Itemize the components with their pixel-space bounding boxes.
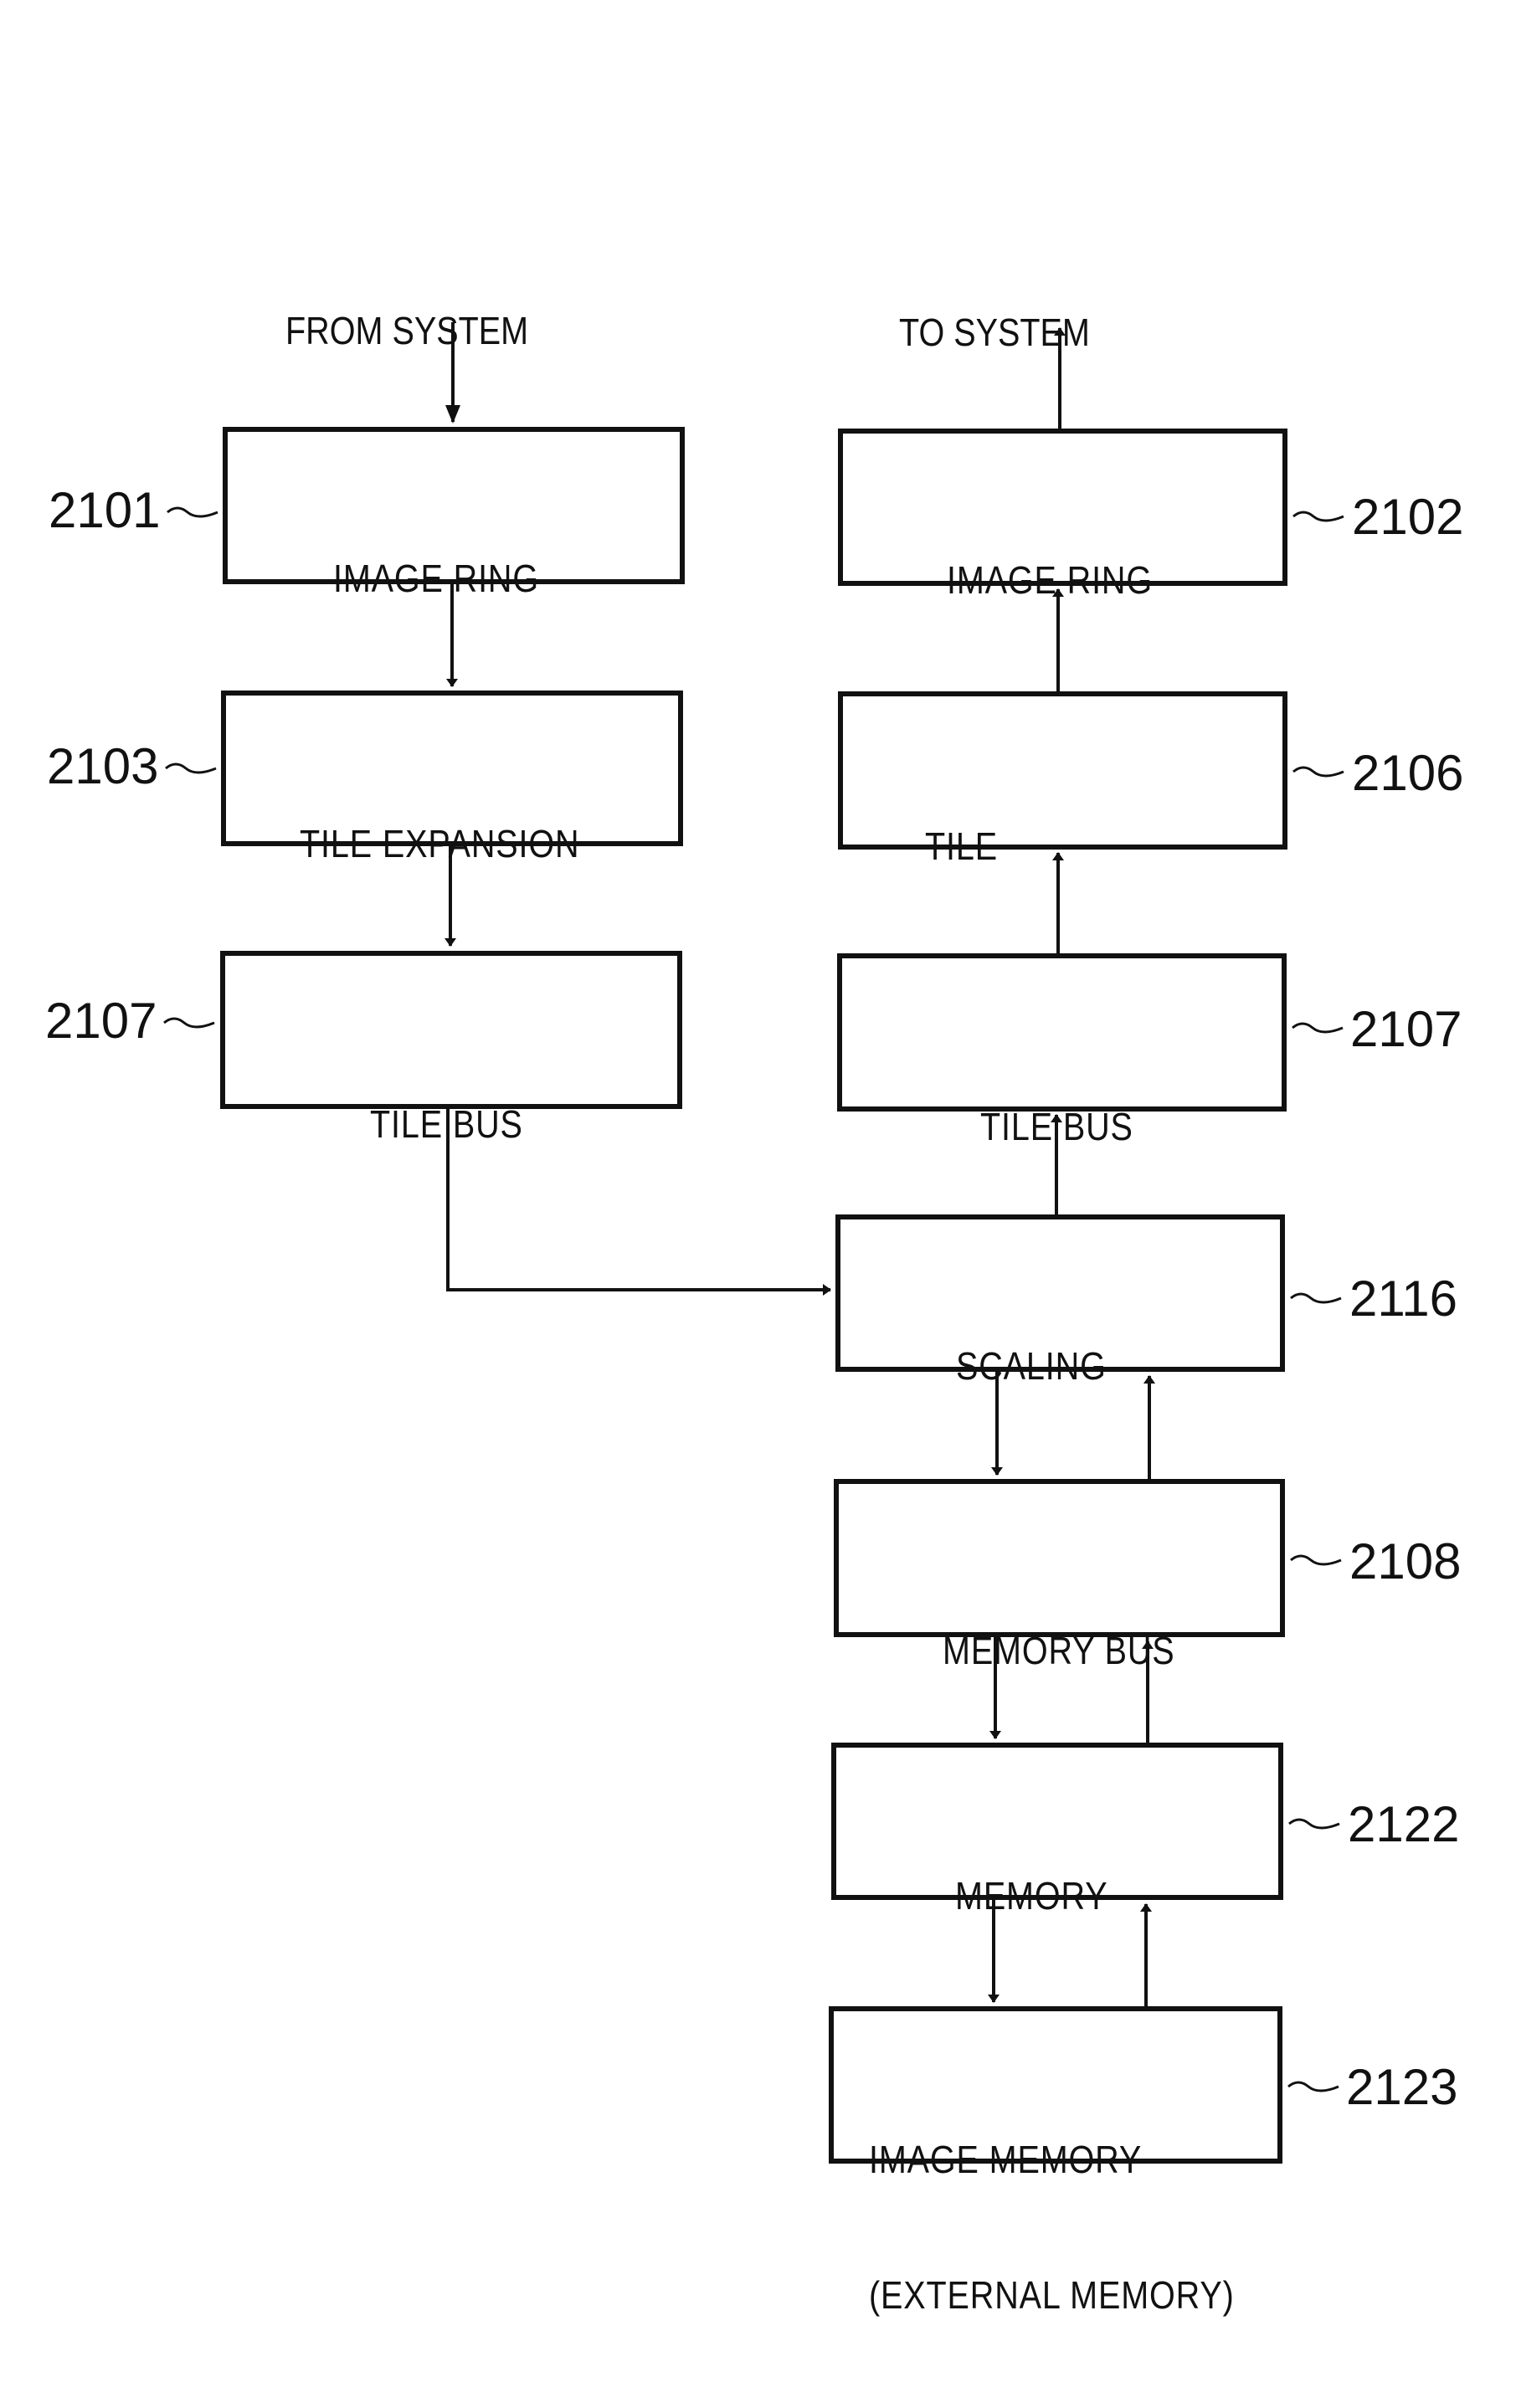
leader-2107a	[163, 1017, 215, 1029]
leader-2116	[1290, 1292, 1342, 1304]
block-label-line1: TILE EXPANSION	[300, 822, 580, 865]
leader-2107b	[1292, 1022, 1344, 1034]
block-label-line1: IMAGE MEMORY	[869, 2138, 1143, 2181]
ref-label: 2122	[1348, 1796, 1460, 1852]
ref-label: 2106	[1352, 745, 1464, 801]
block-image-ring-interface-3: IMAGE RING INTERFACE 3	[223, 427, 685, 736]
block-label-line2: (EXTERNAL MEMORY)	[869, 2273, 1235, 2317]
block-label-line1: MEMORY BUS	[943, 1629, 1175, 1672]
ref-label: 2123	[1346, 2059, 1458, 2115]
block-image-ring-interface-4: IMAGE RING INTERFACE 4	[838, 429, 1287, 737]
to-system-line1: TO SYSTEM	[899, 311, 1090, 354]
block-label-line1: IMAGE RING	[333, 557, 539, 600]
leader-2103	[165, 762, 217, 774]
block-memory-controller: MEMORY CONTROLLER	[831, 1743, 1283, 2053]
leader-2102	[1292, 511, 1344, 522]
leader-2101	[167, 506, 218, 518]
block-label-line1: SCALING	[956, 1344, 1107, 1388]
ref-label: 2102	[1352, 489, 1464, 545]
ref-label: 2116	[1349, 1271, 1458, 1327]
block-tile-expansion-unit-1: TILE EXPANSION UNIT 1	[221, 691, 683, 1001]
block-label-line1: MEMORY	[955, 1874, 1108, 1918]
block-tile-bus-left: TILE BUS	[220, 951, 682, 1146]
block-tile-compressor-1: TILE COMPRESSOR 1	[838, 691, 1287, 1004]
leader-2106	[1292, 766, 1344, 778]
ref-label: 2107	[45, 993, 157, 1049]
block-image-memory: IMAGE MEMORY (EXTERNAL MEMORY)	[829, 2006, 1282, 2317]
from-system-line1: FROM SYSTEM	[285, 309, 529, 352]
ref-label: 2107	[1350, 1001, 1462, 1057]
block-label-line1: TILE	[925, 824, 998, 868]
ref-label: 2103	[47, 738, 159, 794]
block-memory-bus: MEMORY BUS	[834, 1479, 1285, 1672]
block-scaling-processor: SCALING PROCESSOR	[835, 1214, 1285, 1523]
block-tile-bus-right: TILE BUS	[837, 953, 1287, 1148]
leader-2108	[1290, 1554, 1342, 1566]
leader-2123	[1287, 2081, 1339, 2092]
block-label-line1: TILE BUS	[980, 1105, 1133, 1148]
ref-label: 2101	[49, 482, 161, 538]
block-label-line1: IMAGE RING	[947, 558, 1153, 602]
block-label-line1: TILE BUS	[370, 1102, 523, 1146]
ref-label: 2108	[1349, 1533, 1462, 1589]
leader-2122	[1288, 1818, 1340, 1830]
